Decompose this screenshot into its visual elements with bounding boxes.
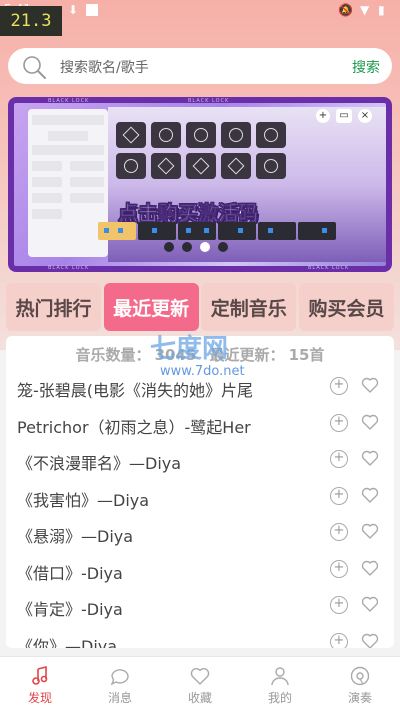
nav-label: 演奏 bbox=[347, 691, 372, 705]
add-to-playlist-icon[interactable]: + bbox=[330, 523, 348, 541]
tab-hot-ranking[interactable]: 热门排行 bbox=[6, 283, 101, 331]
song-title[interactable]: Petrichor（初雨之息）-鹭起Her bbox=[17, 414, 272, 438]
music-note-icon bbox=[32, 665, 48, 685]
watermark-url: www.7do.net bbox=[160, 364, 245, 379]
song-list: 笼-张碧晨(电影《消失的她》片尾 + Petrichor（初雨之息）-鹭起Her + 《… bbox=[6, 370, 394, 648]
song-row[interactable]: Petrichor（初雨之息）-鹭起Her + bbox=[6, 407, 394, 444]
bottom-navigation: 发现 消息 收藏 我的 演奏 bbox=[0, 656, 400, 712]
add-to-playlist-icon[interactable]: + bbox=[330, 377, 348, 395]
recent-update-value: 15首 bbox=[288, 346, 325, 364]
favorite-heart-icon[interactable] bbox=[360, 485, 380, 505]
category-tabs: 热门排行 最近更新 定制音乐 购买会员 bbox=[6, 283, 394, 331]
nav-label: 发现 bbox=[27, 691, 52, 705]
banner-add-icon: + bbox=[316, 109, 330, 123]
carousel-dot-active[interactable] bbox=[200, 242, 210, 252]
heart-icon bbox=[190, 668, 210, 685]
nav-item-0[interactable]: 发现 bbox=[0, 657, 80, 712]
nav-label: 消息 bbox=[107, 691, 132, 705]
add-to-playlist-icon[interactable]: + bbox=[330, 559, 348, 578]
add-to-playlist-icon[interactable]: + bbox=[330, 450, 348, 468]
add-to-playlist-icon[interactable]: + bbox=[330, 486, 348, 505]
music-count-label: 音乐数量： bbox=[75, 346, 151, 364]
song-title[interactable]: 《不浪漫罪名》—Diya bbox=[17, 450, 272, 474]
download-icon: ⬇ bbox=[68, 3, 79, 17]
mute-bell-icon: 🔕 bbox=[338, 3, 353, 17]
banner-phone-mockup bbox=[28, 109, 108, 257]
wifi-icon: ▼ bbox=[360, 3, 370, 17]
favorite-heart-icon[interactable] bbox=[360, 558, 380, 578]
song-title[interactable]: 《你》—Diya bbox=[17, 633, 272, 649]
favorite-heart-icon[interactable] bbox=[360, 375, 380, 395]
carousel-indicator[interactable] bbox=[164, 242, 236, 252]
app-notification-icon bbox=[86, 4, 98, 16]
promo-banner[interactable]: BLACK LOCK BLACK LOCK BLACK LOCK BLACK L… bbox=[8, 97, 392, 272]
favorite-heart-icon[interactable] bbox=[360, 594, 380, 614]
song-title[interactable]: 《我害怕》—Diya bbox=[17, 487, 272, 511]
carousel-dot[interactable] bbox=[164, 242, 174, 252]
banner-pad-grid bbox=[116, 122, 321, 179]
fps-overlay: 21.3 bbox=[0, 6, 62, 36]
battery-icon: ▮ bbox=[378, 3, 385, 17]
banner-close-icon: × bbox=[358, 109, 372, 123]
user-icon bbox=[271, 667, 289, 686]
banner-strip-text: BLACK LOCK bbox=[48, 265, 90, 271]
nav-item-2[interactable]: 收藏 bbox=[160, 657, 240, 712]
song-row[interactable]: 《不浪漫罪名》—Diya + bbox=[6, 443, 394, 480]
nav-item-4[interactable]: 演奏 bbox=[320, 657, 400, 712]
nav-item-3[interactable]: 我的 bbox=[240, 657, 320, 712]
add-to-playlist-icon[interactable]: + bbox=[330, 413, 348, 432]
banner-strip-text: BLACK LOCK bbox=[48, 98, 90, 104]
nav-label: 收藏 bbox=[187, 691, 212, 705]
song-row[interactable]: 《我害怕》—Diya + bbox=[6, 480, 394, 517]
nav-item-1[interactable]: 消息 bbox=[80, 657, 160, 712]
song-row[interactable]: 《借口》-Diya + bbox=[6, 553, 394, 590]
add-to-playlist-icon[interactable]: + bbox=[330, 632, 348, 648]
favorite-heart-icon[interactable] bbox=[360, 521, 380, 541]
carousel-dot[interactable] bbox=[182, 242, 192, 252]
chat-bubble-icon bbox=[110, 669, 129, 686]
song-title[interactable]: 《肯定》-Diya bbox=[17, 596, 272, 620]
song-row[interactable]: 《你》—Diya + bbox=[6, 626, 394, 649]
song-title[interactable]: 《悬溺》—Diya bbox=[17, 523, 272, 547]
disc-icon bbox=[350, 666, 370, 686]
add-to-playlist-icon[interactable]: + bbox=[330, 596, 348, 614]
nav-label: 我的 bbox=[267, 691, 292, 705]
search-bar[interactable]: 搜索歌名/歌手 搜索 bbox=[8, 48, 392, 84]
favorite-heart-icon[interactable] bbox=[360, 448, 380, 468]
watermark-logo: 七度网 bbox=[150, 334, 229, 364]
favorite-heart-icon[interactable] bbox=[360, 631, 380, 649]
search-icon bbox=[23, 56, 46, 79]
song-title[interactable]: 《借口》-Diya bbox=[17, 560, 272, 584]
song-row[interactable]: 《悬溺》—Diya + bbox=[6, 516, 394, 553]
tab-recent-updates[interactable]: 最近更新 bbox=[103, 283, 199, 331]
song-row[interactable]: 《肯定》-Diya + bbox=[6, 589, 394, 626]
favorite-heart-icon[interactable] bbox=[360, 412, 380, 432]
banner-keyboard-icon: ▭ bbox=[336, 109, 352, 123]
banner-key-row bbox=[98, 222, 338, 240]
search-button[interactable]: 搜索 bbox=[352, 57, 380, 77]
carousel-dot[interactable] bbox=[218, 242, 228, 252]
banner-strip-text: BLACK LOCK bbox=[188, 98, 230, 104]
tab-custom-music[interactable]: 定制音乐 bbox=[201, 283, 297, 331]
search-input[interactable]: 搜索歌名/歌手 bbox=[60, 57, 149, 77]
tab-buy-membership[interactable]: 购买会员 bbox=[298, 283, 394, 331]
banner-strip-text: BLACK LOCK bbox=[308, 265, 350, 271]
